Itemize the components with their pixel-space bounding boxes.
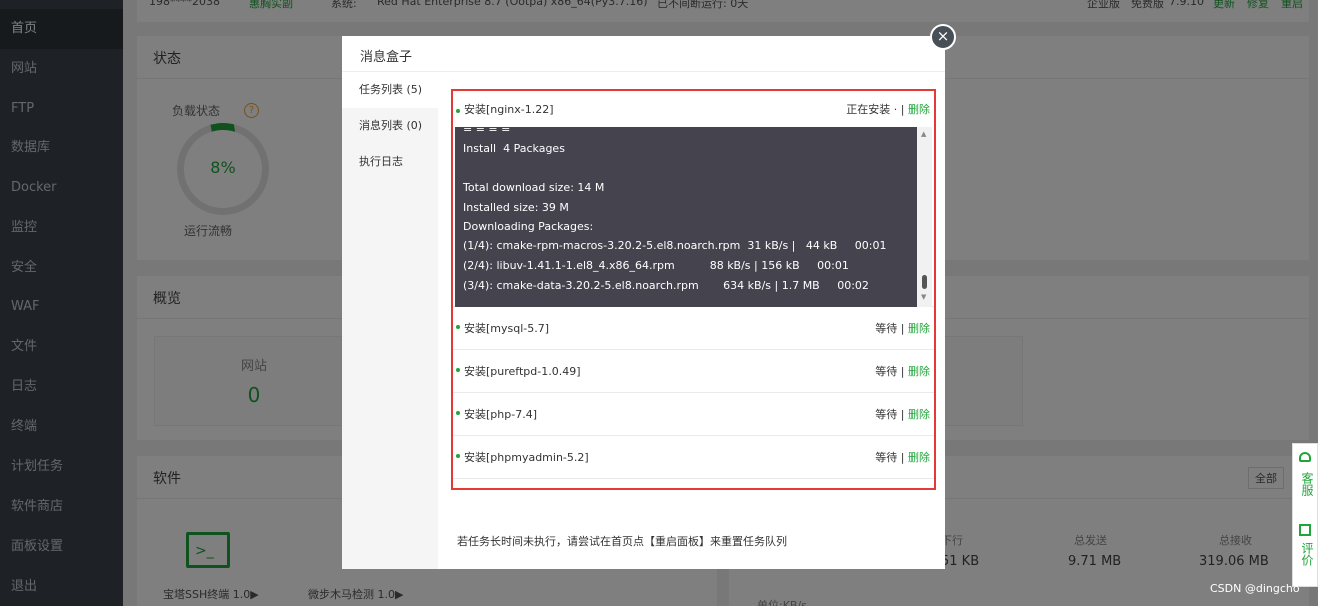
headset-icon[interactable] [1299, 452, 1311, 462]
task-status-text: 等待 [875, 365, 898, 378]
task-name: 安装[mysql-5.7] [464, 322, 550, 335]
tab-exec-log[interactable]: 执行日志 [342, 144, 438, 180]
close-icon[interactable]: × [930, 24, 956, 50]
modal-title: 消息盒子 [360, 50, 413, 65]
status-separator: | [900, 451, 905, 464]
task-bullet [456, 411, 460, 415]
console-line: Installed size: 39 M [463, 201, 569, 214]
console-line: Install 4 Packages [463, 142, 565, 155]
delete-task-button[interactable]: 删除 [908, 365, 930, 378]
task-status: 等待 | 删除 [875, 449, 930, 465]
task-status-text: 等待 [875, 408, 898, 421]
delete-task-button[interactable]: 删除 [908, 408, 930, 421]
tab-task-list[interactable]: 任务列表 (5) [342, 72, 438, 108]
tab-message-list[interactable]: 消息列表 (0) [342, 108, 438, 144]
task-status-text: 等待 [875, 322, 898, 335]
task-status-text: 正在安装 · [846, 103, 901, 116]
modal-nav: 任务列表 (5) 消息列表 (0) 执行日志 [342, 72, 438, 569]
scroll-thumb[interactable] [922, 275, 927, 289]
task-list: 安装[nginx-1.22] 正在安装 · | 删除 = = = = Insta… [451, 89, 936, 490]
console-line: (2/4): libuv-1.41.1-1.el8_4.x86_64.rpm 8… [463, 259, 849, 272]
delete-task-button[interactable]: 删除 [908, 322, 930, 335]
task-status: 等待 | 删除 [875, 406, 930, 422]
floating-toolbar: 客服 评价 [1292, 443, 1318, 587]
task-status: 等待 | 删除 [875, 320, 930, 336]
task-bullet [456, 325, 460, 329]
task-status: 等待 | 删除 [875, 363, 930, 379]
task-name: 安装[pureftpd-1.0.49] [464, 365, 581, 378]
task-row: 安装[phpmyadmin-5.2] 等待 | 删除 [453, 436, 934, 479]
task-row: 安装[nginx-1.22] 正在安装 · | 删除 = = = = Insta… [453, 91, 934, 307]
status-separator: | [900, 408, 905, 421]
modal-header: 消息盒子 [342, 36, 945, 72]
scroll-up-icon[interactable]: ▲ [921, 130, 926, 138]
task-row: 安装[pureftpd-1.0.49] 等待 | 删除 [453, 350, 934, 393]
task-name: 安装[php-7.4] [464, 408, 537, 421]
task-bullet [456, 109, 460, 113]
status-separator: | [900, 103, 905, 116]
task-row: 安装[php-7.4] 等待 | 删除 [453, 393, 934, 436]
install-console[interactable]: = = = = Install 4 Packages Total downloa… [455, 127, 932, 307]
status-separator: | [900, 322, 905, 335]
task-bullet [456, 454, 460, 458]
console-line: Total download size: 14 M [463, 181, 605, 194]
task-name: 安装[phpmyadmin-5.2] [464, 451, 589, 464]
console-scrollbar[interactable]: ▲ ▼ [917, 127, 932, 307]
delete-task-button[interactable]: 删除 [908, 451, 930, 464]
review-link[interactable]: 评价 [1299, 542, 1316, 566]
console-line: (1/4): cmake-rpm-macros-3.20.2-5.el8.noa… [463, 239, 887, 252]
console-line: (3/4): cmake-data-3.20.2-5.el8.noarch.rp… [463, 279, 869, 292]
status-separator: | [900, 365, 905, 378]
edit-icon[interactable] [1299, 524, 1311, 536]
task-row: 安装[mysql-5.7] 等待 | 删除 [453, 307, 934, 350]
console-line: = = = = [463, 127, 511, 136]
task-bullet [456, 368, 460, 372]
console-line: Downloading Packages: [463, 220, 594, 233]
footer-note: 若任务长时间未执行，请尝试在首页点【重启面板】来重置任务队列 [457, 535, 787, 548]
task-status: 正在安装 · | 删除 [846, 101, 930, 117]
task-status-text: 等待 [875, 451, 898, 464]
scroll-down-icon[interactable]: ▼ [921, 293, 926, 301]
watermark: CSDN @dingcho [1210, 582, 1300, 595]
task-name: 安装[nginx-1.22] [464, 103, 554, 116]
customer-service-link[interactable]: 客服 [1299, 472, 1316, 496]
delete-task-button[interactable]: 删除 [908, 103, 930, 116]
